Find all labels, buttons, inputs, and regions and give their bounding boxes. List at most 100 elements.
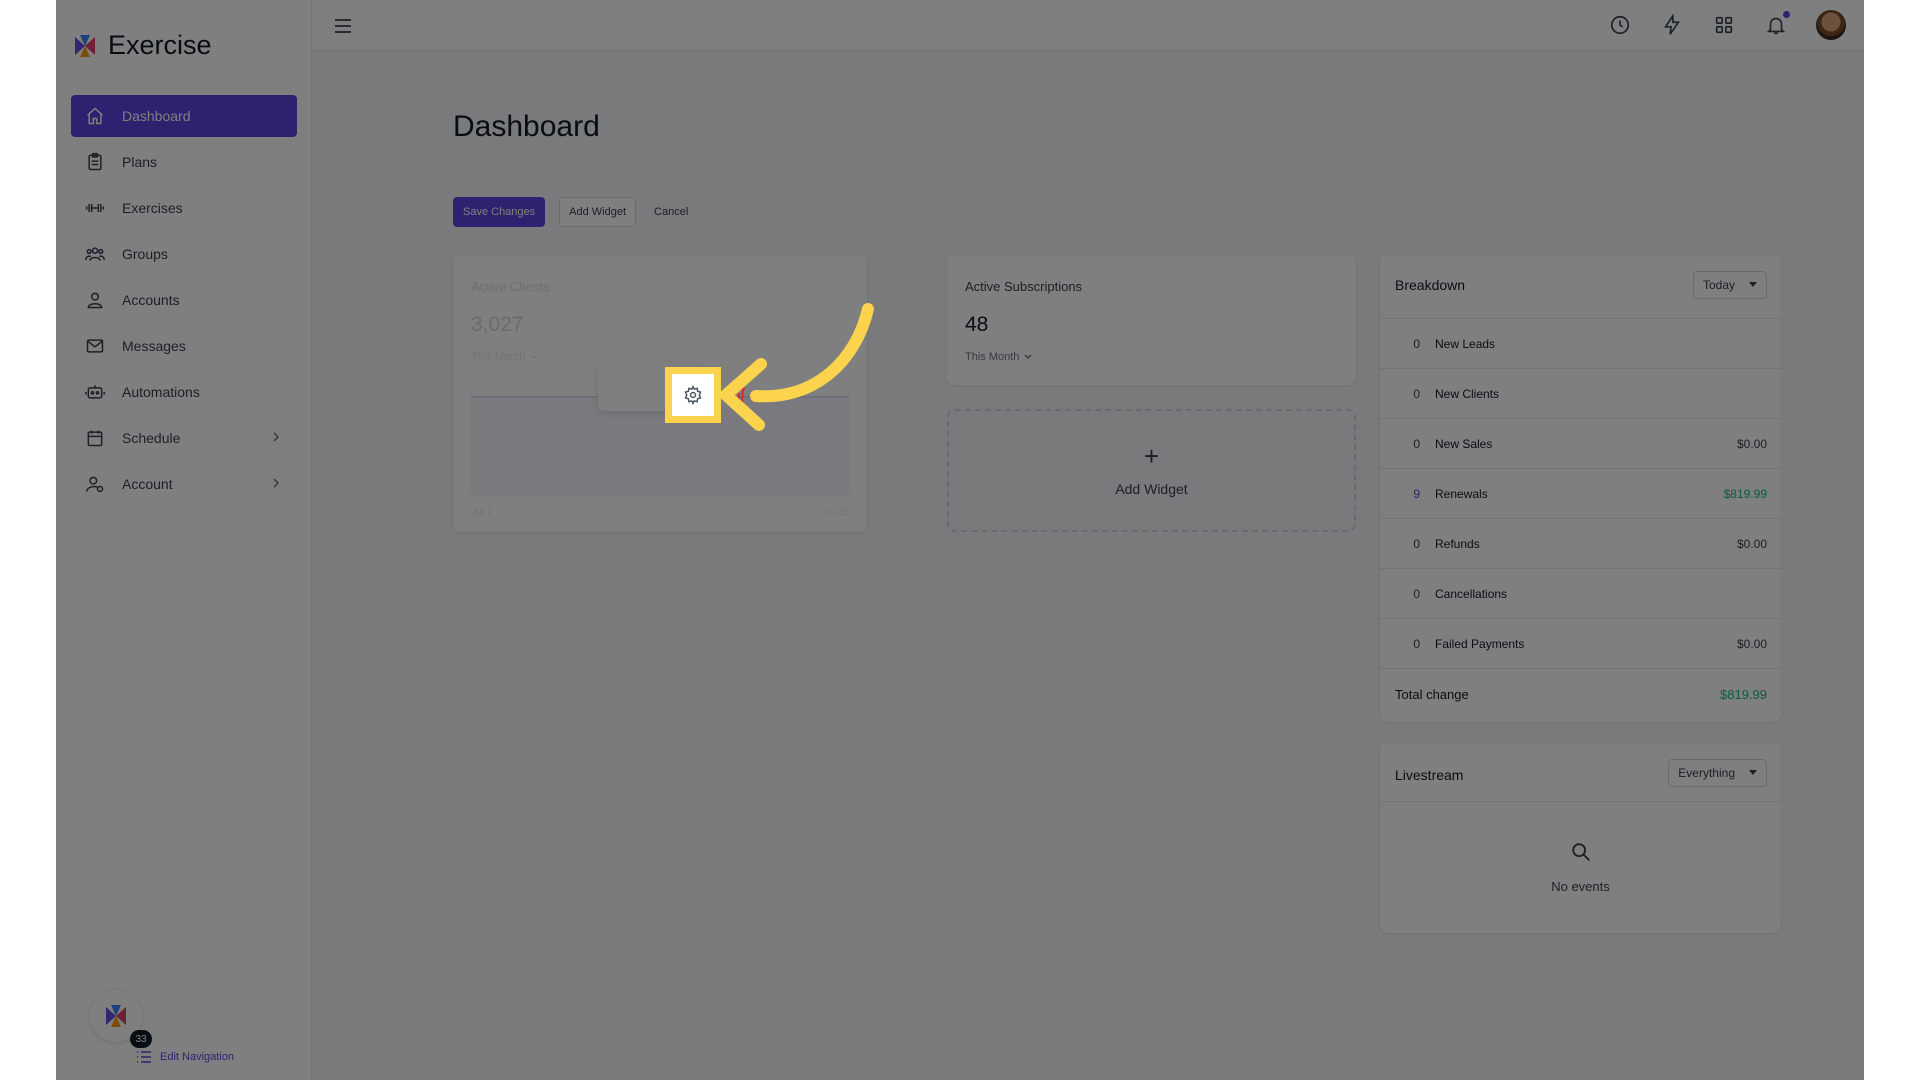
breakdown-panel: Breakdown Today 0 New Leads 0 New Clients 0 N…	[1380, 255, 1781, 722]
plus-icon: +	[1143, 441, 1160, 471]
trash-icon[interactable]	[726, 383, 748, 407]
sidebar-nav: Dashboard Plans Exercises Groups Account…	[71, 95, 297, 509]
dashboard-toolbar: Save Changes Add Widget Cancel	[453, 197, 692, 227]
breakdown-count: 0	[1413, 337, 1420, 351]
chevron-down-icon	[1024, 354, 1032, 359]
widget-settings-button[interactable]	[672, 374, 714, 416]
no-events-text: No events	[1551, 879, 1610, 894]
breakdown-row: 0 New Clients	[1380, 368, 1781, 418]
chart-area-fill	[471, 397, 849, 495]
add-widget-placeholder[interactable]: + Add Widget	[947, 409, 1356, 532]
breakdown-count: 0	[1413, 587, 1420, 601]
user-avatar[interactable]	[1816, 10, 1846, 40]
breakdown-row: 0 Refunds $0.00	[1380, 518, 1781, 568]
breakdown-range-select[interactable]: Today	[1692, 271, 1767, 299]
logo-icon	[106, 1005, 126, 1027]
period-label: This Month	[965, 351, 1020, 363]
clock-icon[interactable]	[1608, 13, 1632, 37]
total-label: Total change	[1395, 687, 1469, 702]
widget-period[interactable]: This Month	[471, 351, 539, 363]
sidebar-footer: 33 Edit Navigation	[90, 990, 290, 1063]
grid-icon[interactable]	[1712, 13, 1736, 37]
gear-icon	[684, 385, 702, 405]
sidebar: Exercise Dashboard Plans Exercises Group…	[56, 0, 312, 1080]
app-window: Exercise Dashboard Plans Exercises Group…	[56, 0, 1864, 1080]
sidebar-item-messages[interactable]: Messages	[71, 325, 297, 367]
bolt-icon[interactable]	[1660, 13, 1684, 37]
breakdown-row: 0 Failed Payments $0.00	[1380, 618, 1781, 668]
breakdown-title: Breakdown	[1395, 277, 1466, 293]
dumbbell-icon	[84, 197, 106, 219]
sidebar-item-dashboard[interactable]: Dashboard	[71, 95, 297, 137]
robot-icon	[84, 381, 106, 403]
sidebar-item-account[interactable]: Account	[71, 463, 297, 505]
breakdown-row: 9 Renewals $819.99	[1380, 468, 1781, 518]
add-widget-label: Add Widget	[1115, 481, 1188, 497]
menu-icon[interactable]	[332, 15, 354, 37]
total-amount: $819.99	[1720, 687, 1767, 702]
breakdown-count: 0	[1413, 537, 1420, 551]
active-subscriptions-widget: Active Subscriptions 48 This Month	[947, 255, 1356, 385]
widget-period[interactable]: This Month	[965, 351, 1033, 363]
breakdown-count: 0	[1413, 437, 1420, 451]
breakdown-amount: $0.00	[1736, 437, 1767, 451]
breakdown-amount: $0.00	[1736, 537, 1767, 551]
notification-dot	[1783, 11, 1790, 18]
livestream-panel: Livestream Everything No events	[1380, 743, 1781, 933]
active-clients-widget: Active Clients 3,027 This Month Jul 1 Ju…	[453, 255, 867, 532]
edit-navigation-link[interactable]: Edit Navigation	[136, 1050, 234, 1064]
user-icon	[84, 289, 106, 311]
sidebar-item-plans[interactable]: Plans	[71, 141, 297, 183]
chevron-down-icon	[530, 354, 538, 359]
sidebar-item-label: Exercises	[122, 200, 183, 216]
breakdown-amount: $0.00	[1736, 637, 1767, 651]
clipboard-icon	[84, 151, 106, 173]
range-value: Today	[1702, 278, 1735, 292]
breakdown-label: Renewals	[1435, 487, 1488, 501]
save-changes-button[interactable]: Save Changes	[453, 197, 546, 227]
bell-icon[interactable]	[1764, 11, 1790, 37]
cancel-button[interactable]: Cancel	[650, 197, 692, 227]
home-icon	[84, 105, 106, 127]
widget-value: 48	[965, 313, 989, 336]
logo-icon	[75, 34, 95, 57]
breakdown-total-row: Total change $819.99	[1380, 668, 1781, 718]
users-icon	[84, 243, 106, 265]
divider	[1380, 801, 1781, 802]
sidebar-item-label: Groups	[122, 246, 168, 262]
caret-down-icon	[1749, 770, 1757, 775]
livestream-title: Livestream	[1395, 767, 1464, 783]
sidebar-item-label: Dashboard	[122, 108, 191, 124]
sidebar-item-exercises[interactable]: Exercises	[71, 187, 297, 229]
sidebar-item-label: Schedule	[122, 430, 181, 446]
chart-x-start: Jul 1	[471, 507, 493, 518]
highlight-box	[665, 367, 721, 423]
breakdown-label: Refunds	[1435, 537, 1480, 551]
breakdown-row: 0 New Leads	[1380, 318, 1781, 368]
list-icon	[137, 1051, 151, 1063]
breakdown-count: 0	[1413, 637, 1420, 651]
top-bar-actions	[1608, 10, 1846, 40]
livestream-filter-select[interactable]: Everything	[1668, 759, 1767, 787]
page-title: Dashboard	[453, 110, 600, 143]
sidebar-item-accounts[interactable]: Accounts	[71, 279, 297, 321]
add-widget-button[interactable]: Add Widget	[559, 197, 637, 227]
breakdown-row: 0 Cancellations	[1380, 568, 1781, 618]
chevron-right-icon	[273, 478, 280, 488]
breakdown-count: 9	[1413, 487, 1420, 501]
sidebar-item-automations[interactable]: Automations	[71, 371, 297, 413]
breakdown-count: 0	[1413, 387, 1420, 401]
sidebar-item-label: Plans	[122, 154, 158, 170]
chart-x-end: Jul 31	[822, 507, 849, 518]
widget-label: Active Subscriptions	[965, 279, 1083, 294]
widget-value: 3,027	[471, 313, 524, 336]
brand[interactable]: Exercise	[72, 30, 212, 61]
sidebar-item-label: Messages	[122, 338, 186, 354]
period-label: This Month	[471, 351, 526, 363]
sidebar-item-schedule[interactable]: Schedule	[71, 417, 297, 459]
breakdown-label: Cancellations	[1435, 587, 1508, 601]
breakdown-amount: $819.99	[1723, 487, 1767, 501]
sidebar-item-groups[interactable]: Groups	[71, 233, 297, 275]
breakdown-row: 0 New Sales $0.00	[1380, 418, 1781, 468]
caret-down-icon	[1749, 282, 1757, 287]
